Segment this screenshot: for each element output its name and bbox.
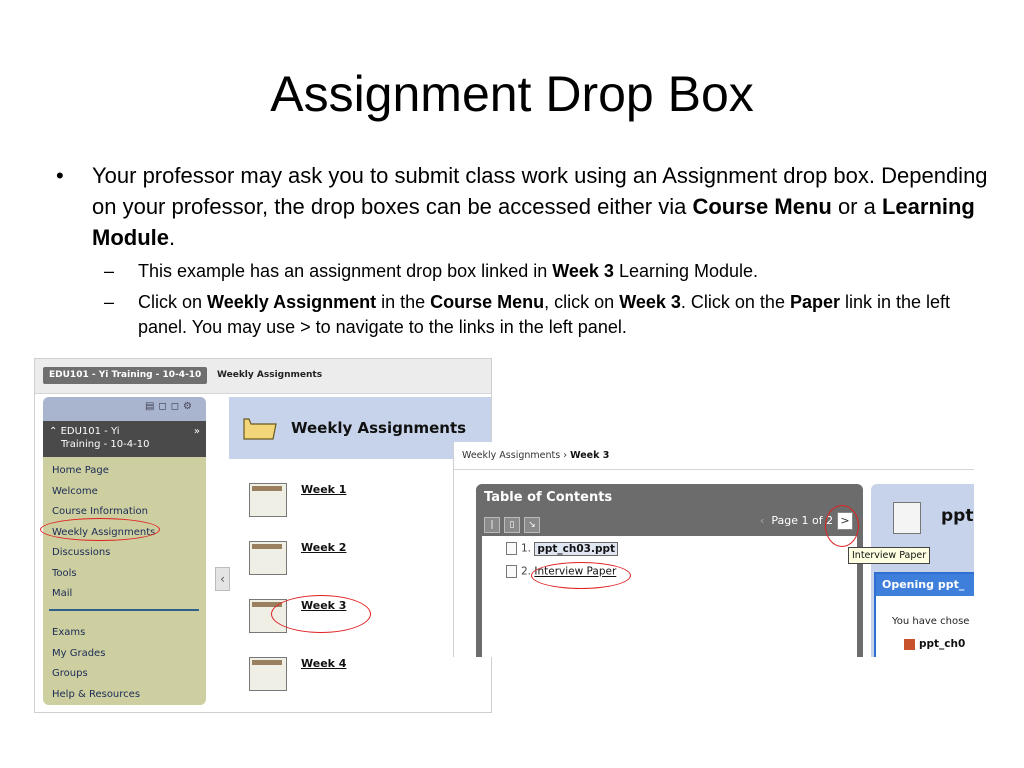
bullet-bold-course-menu: Course Menu [692,194,832,219]
sub-text: in the [376,292,431,312]
dialog-file-name: ppt_ch0 [919,638,966,650]
sub-bold-week3: Week 3 [619,292,681,312]
highlight-ring-weekly-assignments [40,518,160,541]
page-breadcrumb: Weekly Assignments [217,370,323,380]
bullet-text: or a [831,194,882,219]
menu-item-exams[interactable]: Exams [52,623,140,644]
toc-collapse-icon[interactable]: | [484,517,500,533]
sub-bold-week3: Week 3 [552,261,614,281]
file-open-dialog: Opening ppt_ You have chose ppt_ch0 [874,572,974,657]
chart-file-icon [249,657,287,691]
bullet-text: . [169,225,176,250]
menu-item-help-resources[interactable]: Help & Resources [52,685,140,706]
highlight-ring-week3 [271,595,371,633]
dash-glyph: – [104,292,115,312]
course-menu-title: ⌃ EDU101 - Yi Training - 10-4-10 » [43,421,206,457]
sub-text: . Click on the [680,292,790,312]
course-screenshot: EDU101 - Yi Training - 10-4-10 Weekly As… [34,358,492,713]
toc-expand-icon[interactable]: ↘ [524,517,540,533]
sub-bold-paper: Paper [789,292,840,312]
toc-list: 1. ppt_ch03.ppt 2. Interview Paper [482,536,857,657]
collapse-up-icon[interactable]: ⌃ [49,426,61,437]
sub-text: Learning Module. [613,261,759,281]
toc-item-number: 2. [521,565,532,578]
collapse-menu-button[interactable]: ‹ [215,567,230,591]
slide-title: Assignment Drop Box [270,66,754,122]
dialog-text: You have chose [892,616,970,627]
menu-item-groups[interactable]: Groups [52,664,140,685]
content-panel-title: ppt [941,506,974,526]
double-chevron-icon[interactable]: » [194,425,200,438]
breadcrumb-separator: › [563,450,568,461]
tooltip: Interview Paper [848,547,931,564]
dash-glyph: – [104,261,115,281]
learning-module-screenshot: Weekly Assignments › Week 3 Table of Con… [453,442,974,657]
document-icon [506,542,517,555]
sub-text: This example has an assignment drop box … [138,261,553,281]
toc-page-indicator: ‹ Page 1 of 2 [760,514,833,527]
page-indicator-text: Page 1 of 2 [771,514,834,527]
course-breadcrumb-bar: EDU101 - Yi Training - 10-4-10 Weekly As… [35,359,491,394]
toc-buttons: | ▯ ↘ [484,512,544,533]
highlight-ring-next [825,505,859,547]
course-title-line1: ⌃ EDU101 - Yi [49,425,206,438]
content-title: Weekly Assignments [291,419,467,437]
bullet-main: • Your professor may ask you to submit c… [56,160,996,253]
course-menu-toolbar: ▤◻◻⚙ [43,397,206,421]
slide-bullets: • Your professor may ask you to submit c… [56,160,996,340]
menu-view-icons[interactable]: ▤◻◻⚙ [145,401,196,412]
menu-item-mail[interactable]: Mail [52,584,155,605]
menu-item-welcome[interactable]: Welcome [52,482,155,503]
menu-item-my-grades[interactable]: My Grades [52,644,140,665]
chart-file-icon [249,483,287,517]
week-link[interactable]: Week 1 [301,483,346,496]
divider [454,469,974,470]
sub-text: , click on [544,292,620,312]
document-icon [506,565,517,578]
menu-item-discussions[interactable]: Discussions [52,543,155,564]
sub-bold-weekly-assignment: Weekly Assignment [207,292,377,312]
menu-item-tools[interactable]: Tools [52,564,155,585]
toc-page-icon[interactable]: ▯ [504,517,520,533]
menu-divider [49,609,199,611]
toc-item-number: 1. [521,542,532,555]
ppt-file-icon [904,638,915,650]
sub-bold-course-menu: Course Menu [430,292,545,312]
course-menu: ▤◻◻⚙ ⌃ EDU101 - Yi Training - 10-4-10 » … [43,397,206,705]
breadcrumb-current: Week 3 [570,450,610,461]
sub-bullet-1: – This example has an assignment drop bo… [56,259,996,284]
menu-item-home-page[interactable]: Home Page [52,461,155,482]
folder-icon [243,418,277,440]
course-title-text1: EDU101 - Yi [60,426,120,437]
course-title-line2: Training - 10-4-10 [61,439,150,450]
dialog-file: ppt_ch0 [904,638,965,650]
sub-bullet-2: – Click on Weekly Assignment in the Cour… [56,290,996,340]
chart-file-icon [249,541,287,575]
week-link[interactable]: Week 2 [301,541,346,554]
toc-title: Table of Contents [484,490,613,505]
week-item[interactable]: Week 4 [249,657,489,697]
course-breadcrumb[interactable]: EDU101 - Yi Training - 10-4-10 [43,367,208,384]
week-link[interactable]: Week 4 [301,657,346,670]
toc-item-link[interactable]: ppt_ch03.ppt [534,541,619,556]
bullet-glyph: • [56,163,64,188]
highlight-ring-interview-paper [531,562,631,589]
module-breadcrumb: Weekly Assignments › Week 3 [462,450,609,461]
course-menu-items-secondary: Exams My Grades Groups Help & Resources [52,623,140,705]
prev-arrow-icon[interactable]: ‹ [760,514,771,527]
sub-text: Click on [138,292,208,312]
presentation-icon [893,502,921,534]
toc-item[interactable]: 1. ppt_ch03.ppt [506,541,619,556]
dialog-title: Opening ppt_ [876,574,974,596]
breadcrumb-parent[interactable]: Weekly Assignments [462,450,560,461]
